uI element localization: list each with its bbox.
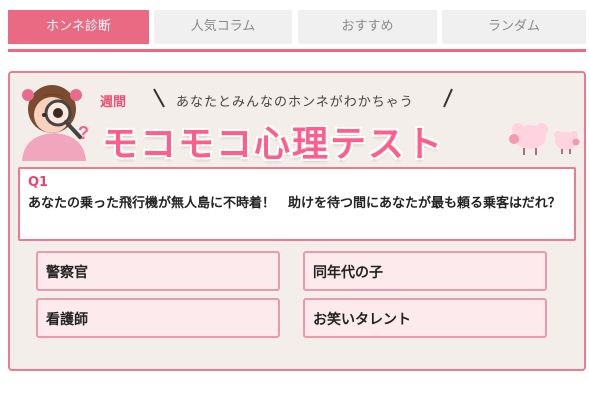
question-text: あなたの乗った飛行機が無人島に不時着！ 助けを待つ間にあなたが最も頼る乗客はだれ… <box>28 196 561 211</box>
question-number: Q1 <box>28 175 49 190</box>
sheep-icon <box>509 123 548 155</box>
quiz-panel: ? 週間 あなたとみんなのホンネがわかちゃう モコモコ心理テスト Q1 あなたの… <box>8 71 586 371</box>
tab-recommended[interactable]: おすすめ <box>298 10 437 44</box>
tab-honne-shindan[interactable]: ホンネ診断 <box>8 10 149 44</box>
sheep-icon-small <box>554 131 580 154</box>
tab-popular-column[interactable]: 人気コラム <box>154 10 292 44</box>
answer-label: 警察官 <box>46 265 88 281</box>
tab-underline <box>8 49 586 52</box>
answer-label: 看護師 <box>46 312 88 328</box>
answer-label: 同年代の子 <box>313 265 383 281</box>
banner-subtitle: あなたとみんなのホンネがわかちゃう <box>176 95 414 110</box>
answer-button-comedian[interactable]: お笑いタレント <box>303 298 547 338</box>
answer-button-police[interactable]: 警察官 <box>36 251 280 291</box>
quiz-banner: ? 週間 あなたとみんなのホンネがわかちゃう モコモコ心理テスト <box>14 75 580 167</box>
answer-label: お笑いタレント <box>313 312 411 328</box>
svg-text:?: ? <box>78 123 89 143</box>
question-box: Q1 あなたの乗った飛行機が無人島に不時着！ 助けを待つ間にあなたが最も頼る乗客… <box>18 167 576 241</box>
weekly-label: 週間 <box>100 95 127 110</box>
tab-random[interactable]: ランダム <box>442 10 586 44</box>
answer-button-same-age[interactable]: 同年代の子 <box>303 251 547 291</box>
answer-button-nurse[interactable]: 看護師 <box>36 298 280 338</box>
tab-bar: ホンネ診断 人気コラム おすすめ ランダム <box>8 10 586 44</box>
girl-with-magnifier-illustration: ? <box>22 85 89 161</box>
banner-title: モコモコ心理テスト <box>102 124 445 165</box>
